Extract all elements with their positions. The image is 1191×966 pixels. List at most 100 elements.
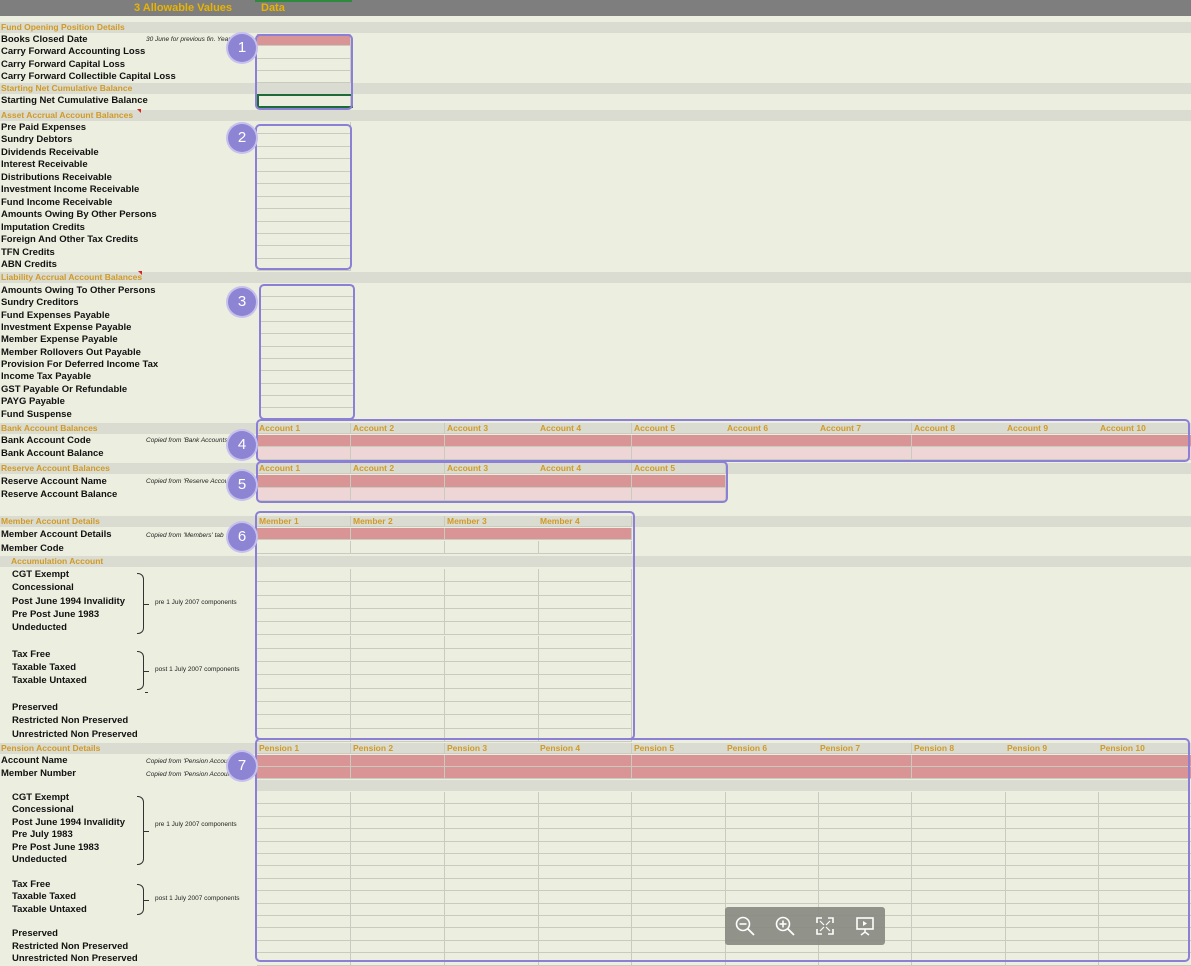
row-label: Imputation Credits bbox=[1, 221, 85, 233]
row-label: GST Payable Or Refundable bbox=[1, 383, 128, 395]
highlight-box-6 bbox=[255, 511, 635, 740]
small-dash bbox=[145, 692, 148, 693]
comment-marker bbox=[137, 109, 141, 113]
row-label: Taxable Untaxed bbox=[12, 675, 87, 687]
zoom-out-icon[interactable] bbox=[734, 915, 756, 937]
step-badge-2: 2 bbox=[228, 124, 256, 152]
row-label: Preserved bbox=[12, 928, 58, 940]
row-label: TFN Credits bbox=[1, 246, 55, 258]
row-label: Fund Suspense bbox=[1, 408, 72, 420]
row-label: Member Code bbox=[1, 543, 64, 554]
row-label: Interest Receivable bbox=[1, 159, 88, 171]
row-label: Fund Income Receivable bbox=[1, 196, 113, 208]
row-label: Taxable Taxed bbox=[12, 891, 77, 903]
brace-pre bbox=[137, 573, 149, 634]
row-label: Preserved bbox=[12, 702, 58, 713]
zoom-in-icon[interactable] bbox=[774, 915, 796, 937]
section-member-title: Member Account Details bbox=[1, 516, 100, 526]
row-label: Dividends Receivable bbox=[1, 146, 99, 158]
member-note: Copied from 'Members' tab bbox=[146, 532, 224, 539]
row-label: ABN Credits bbox=[1, 258, 57, 270]
step-badge-6: 6 bbox=[228, 523, 256, 551]
step-badge-3: 3 bbox=[228, 288, 256, 316]
pension-pre-label: pre 1 July 2007 components bbox=[155, 821, 237, 828]
row-label: Post June 1994 Invalidity bbox=[12, 816, 125, 828]
brace-pension-post bbox=[137, 884, 149, 915]
row-label: Bank Account Code bbox=[1, 435, 91, 446]
row-label: Amounts Owing By Other Persons bbox=[1, 209, 157, 221]
row-label: Investment Income Receivable bbox=[1, 184, 140, 196]
step-badge-7: 7 bbox=[228, 752, 256, 780]
section-fund-opening: Fund Opening Position Details bbox=[0, 22, 1191, 33]
allowable-values-header: 3 Allowable Values bbox=[134, 2, 233, 14]
row-label: Account Name bbox=[1, 755, 68, 766]
step-badge-4: 4 bbox=[228, 431, 256, 459]
row-label: Restricted Non Preserved bbox=[12, 940, 129, 952]
presentation-icon[interactable] bbox=[854, 915, 876, 937]
row-label: Concessional bbox=[12, 804, 74, 816]
column-header-bar: 3 Allowable Values Data bbox=[0, 0, 1191, 16]
row-label: Carry Forward Collectible Capital Loss bbox=[1, 70, 176, 82]
section-asset-accrual-title: Asset Accrual Account Balances bbox=[1, 110, 134, 120]
row-label: CGT Exempt bbox=[12, 569, 70, 580]
brace-pension-pre bbox=[137, 796, 149, 865]
highlight-box-1 bbox=[255, 34, 353, 110]
row-label: Provision For Deferred Income Tax bbox=[1, 359, 159, 371]
viewer-toolbar bbox=[725, 907, 885, 945]
row-label: Reserve Account Name bbox=[1, 476, 107, 487]
step-badge-1: 1 bbox=[228, 34, 256, 62]
highlight-box-2 bbox=[255, 124, 352, 270]
data-header: Data bbox=[261, 2, 285, 14]
section-fund-opening-title: Fund Opening Position Details bbox=[1, 22, 125, 32]
comment-marker bbox=[138, 271, 142, 275]
row-label: Taxable Untaxed bbox=[12, 903, 87, 915]
row-label: Pre Post June 1983 bbox=[12, 608, 100, 620]
row-label: Starting Net Cumulative Balance bbox=[1, 95, 148, 106]
section-reserve-title: Reserve Account Balances bbox=[1, 463, 110, 473]
row-label: Tax Free bbox=[12, 878, 51, 890]
highlight-box-3 bbox=[259, 284, 355, 420]
highlight-box-4 bbox=[256, 419, 1190, 462]
bank-note: Copied from 'Bank Accounts' bbox=[146, 437, 229, 444]
section-starting-net: Starting Net Cumulative Balance bbox=[0, 83, 1191, 94]
row-label: Member Account Details bbox=[1, 529, 112, 540]
row-label: Carry Forward Capital Loss bbox=[1, 58, 126, 70]
row-label: Post June 1994 Invalidity bbox=[12, 595, 125, 607]
row-label: Member Number bbox=[1, 768, 76, 779]
row-label: Concessional bbox=[12, 582, 74, 594]
row-label: Reserve Account Balance bbox=[1, 489, 118, 500]
row-label: Restricted Non Preserved bbox=[12, 715, 129, 727]
row-label: Member Rollovers Out Payable bbox=[1, 346, 141, 358]
row-label: Bank Account Balance bbox=[1, 448, 104, 459]
row-label: Member Expense Payable bbox=[1, 334, 118, 346]
reserve-note: Copied from 'Reserve Accounts' bbox=[146, 478, 239, 485]
row-label: Sundry Creditors bbox=[1, 297, 79, 309]
row-label: Amounts Owing To Other Persons bbox=[1, 285, 156, 296]
row-label: Sundry Debtors bbox=[1, 134, 73, 146]
highlight-box-5 bbox=[256, 461, 728, 503]
pension-post-label: post 1 July 2007 components bbox=[155, 895, 240, 902]
row-label: Books Closed Date bbox=[1, 34, 88, 45]
row-label: Pre Paid Expenses bbox=[1, 122, 87, 133]
books-closed-note: 30 June for previous fin. Year bbox=[146, 36, 231, 43]
highlight-box-7 bbox=[255, 738, 1190, 962]
row-label: Fund Expenses Payable bbox=[1, 309, 110, 321]
row-label: Distributions Receivable bbox=[1, 171, 112, 183]
row-label: Carry Forward Accounting Loss bbox=[1, 46, 146, 58]
row-label: CGT Exempt bbox=[12, 792, 70, 803]
row-label: Unrestricted Non Preserved bbox=[12, 728, 138, 740]
section-liability-accrual: Liability Accrual Account Balances bbox=[0, 272, 1191, 283]
fit-screen-icon[interactable] bbox=[814, 915, 836, 937]
section-liability-accrual-title: Liability Accrual Account Balances bbox=[1, 272, 143, 282]
row-label: Unrestricted Non Preserved bbox=[12, 953, 138, 965]
section-bank-title: Bank Account Balances bbox=[1, 423, 98, 433]
row-label: Undeducted bbox=[12, 622, 67, 634]
row-label: Undeducted bbox=[12, 854, 67, 865]
row-label: Foreign And Other Tax Credits bbox=[1, 234, 139, 246]
row-label: Taxable Taxed bbox=[12, 662, 77, 674]
post-components-label: post 1 July 2007 components bbox=[155, 666, 240, 673]
pre-components-label: pre 1 July 2007 components bbox=[155, 599, 237, 606]
section-starting-net-title: Starting Net Cumulative Balance bbox=[1, 83, 133, 93]
step-badge-5: 5 bbox=[228, 471, 256, 499]
row-label: Pre Post June 1983 bbox=[12, 841, 100, 853]
